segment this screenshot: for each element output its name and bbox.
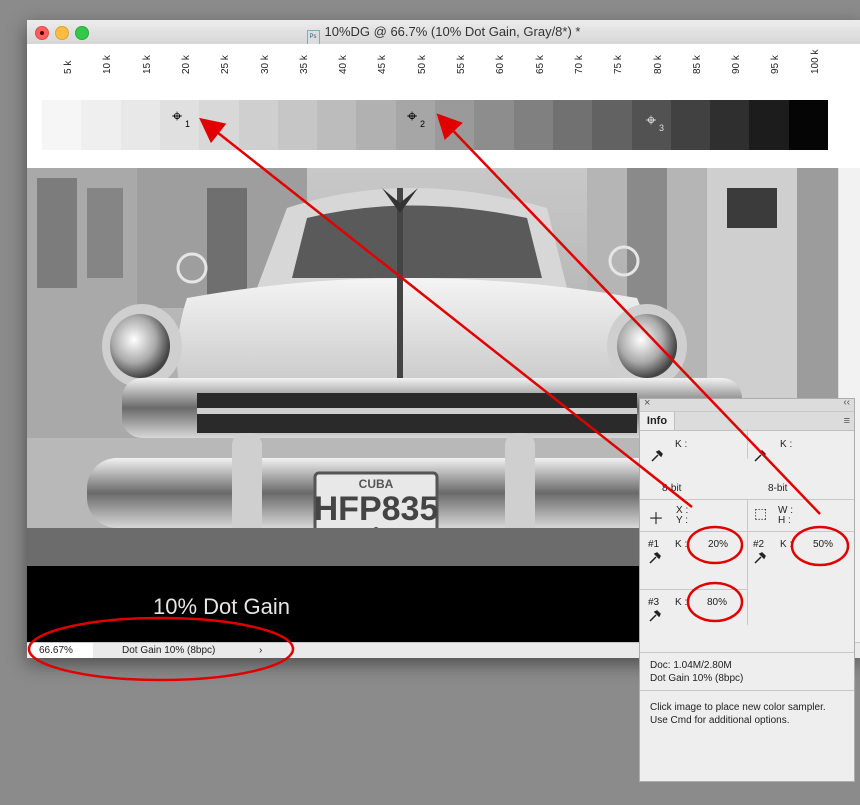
title-bar[interactable]: Ps 10%DG @ 66.7% (10% Dot Gain, Gray/8*) … — [27, 20, 860, 45]
panel-menu-icon[interactable]: ≡ — [844, 415, 850, 427]
bit-depth-left: 8-bit — [662, 483, 682, 494]
ramp-tick-label: 5 k — [63, 60, 74, 74]
eyedropper-icon — [754, 450, 766, 462]
y-label: Y : — [676, 515, 689, 526]
sampler-crosshair-icon: ⌖ — [172, 106, 183, 126]
close-panel-icon[interactable]: × — [644, 397, 650, 409]
ramp-tick-label: 80 k — [652, 55, 664, 74]
sampler-3-label: K : — [675, 597, 688, 608]
sampler-number: 2 — [420, 119, 426, 129]
document-profile: Dot Gain 10% (8bpc) — [650, 673, 744, 684]
ramp-swatch[interactable] — [42, 100, 82, 150]
document-profile-status: Dot Gain 10% (8bpc) — [122, 645, 216, 656]
ramp-tick-label: 40 k — [338, 55, 350, 74]
ramp-swatch[interactable] — [670, 100, 711, 150]
hint-line-1: Click image to place new color sampler. — [650, 702, 826, 713]
eyedropper-icon — [754, 552, 766, 564]
zoom-level-field[interactable]: 66.67% — [31, 643, 93, 658]
ramp-tick-label: 10 k — [102, 55, 114, 74]
ramp-swatch[interactable] — [552, 100, 593, 150]
sampler-3-id: #3 — [648, 597, 660, 608]
ramp-swatch[interactable] — [788, 100, 829, 150]
ramp-tick-label: 70 k — [573, 55, 585, 74]
sampler-2-value: 50% — [813, 539, 834, 550]
h-label: H : — [778, 515, 791, 526]
ramp-swatch[interactable] — [199, 100, 239, 150]
ramp-tick-label: 45 k — [377, 55, 389, 74]
ramp-tick-label: 60 k — [495, 55, 507, 74]
status-menu-arrow-icon[interactable]: › — [259, 643, 262, 658]
sampler-crosshair-icon: ⌖ — [646, 110, 657, 130]
sampler-1-id: #1 — [648, 539, 660, 550]
eyedropper-icon — [651, 450, 663, 462]
license-plate-number: HFP835 — [314, 490, 439, 528]
ramp-tick-label: 15 k — [141, 55, 153, 74]
hint-line-2: Use Cmd for additional options. — [650, 715, 790, 726]
eyedropper-icon — [649, 552, 661, 564]
ramp-tick-label: 90 k — [731, 55, 743, 74]
ramp-swatch[interactable] — [749, 100, 790, 150]
sampler-1-label: K : — [675, 539, 688, 550]
ramp-swatch[interactable] — [277, 100, 318, 150]
ramp-tick-label: 20 k — [180, 55, 192, 74]
ramp-tick-label: 75 k — [613, 55, 625, 74]
ramp-swatch[interactable] — [435, 100, 475, 150]
sampler-number: 3 — [659, 123, 665, 133]
panel-header[interactable]: × ‹‹ — [640, 397, 854, 412]
color-sampler-2[interactable]: ⌖ 2 — [407, 106, 437, 136]
window-title: Ps 10%DG @ 66.7% (10% Dot Gain, Gray/8*) … — [27, 24, 860, 45]
divider — [640, 652, 854, 653]
selection-size-icon: ⬚ — [754, 505, 768, 521]
sampler-2-label: K : — [780, 539, 793, 550]
sampler-2-id: #2 — [753, 539, 765, 550]
divider — [640, 531, 854, 532]
k-label: K : — [675, 439, 688, 450]
divider — [747, 429, 748, 459]
sampler-3-value: 80% — [707, 597, 728, 608]
image-caption: 10% Dot Gain — [153, 594, 290, 619]
ramp-swatch[interactable] — [120, 100, 161, 150]
window-title-text: 10%DG @ 66.7% (10% Dot Gain, Gray/8*) * — [324, 24, 581, 39]
tab-info[interactable]: Info — [640, 412, 675, 430]
ramp-tick-label: 55 k — [456, 55, 467, 74]
ramp-swatch[interactable] — [81, 100, 122, 150]
sampler-1-value: 20% — [708, 539, 729, 550]
k-label: K : — [780, 439, 793, 450]
ramp-tick-label: 85 k — [691, 55, 703, 74]
ramp-swatch[interactable] — [474, 100, 515, 150]
ramp-tick-label: 30 k — [259, 55, 271, 74]
color-sampler-1[interactable]: ⌖ 1 — [172, 106, 202, 136]
crosshair-icon: ＋ — [648, 511, 665, 528]
sampler-crosshair-icon: ⌖ — [407, 106, 418, 126]
ramp-tick-label: 50 k — [416, 55, 428, 74]
ramp-tick-label: 35 k — [298, 55, 310, 74]
ramp-swatch[interactable] — [513, 100, 554, 150]
ramp-tick-label: 25 k — [220, 55, 232, 74]
collapse-panel-icon[interactable]: ‹‹ — [843, 397, 850, 408]
document-size: Doc: 1.04M/2.80M — [650, 660, 732, 671]
ramp-tick-label: 65 k — [534, 55, 546, 74]
divider — [747, 499, 748, 625]
color-sampler-3[interactable]: ⌖ 3 — [646, 110, 676, 140]
sampler-number: 1 — [185, 119, 191, 129]
license-plate-top: CUBA — [359, 477, 394, 491]
ramp-swatch[interactable] — [238, 100, 279, 150]
ramp-swatch[interactable] — [317, 100, 357, 150]
ramp-tick-label: 95 k — [770, 55, 782, 74]
divider — [640, 690, 854, 691]
ramp-swatch[interactable] — [356, 100, 397, 150]
ramp-swatch[interactable] — [710, 100, 750, 150]
eyedropper-icon — [649, 610, 661, 622]
photoshop-file-icon: Ps — [306, 30, 320, 45]
ramp-tick-label: 100 k — [809, 49, 821, 74]
divider — [640, 589, 747, 590]
ramp-swatch[interactable] — [592, 100, 632, 150]
bit-depth-right: 8-bit — [768, 483, 788, 494]
info-panel: × ‹‹ Info ≡ K : 8-bit K : 8-bit ＋ X : Y … — [639, 397, 855, 782]
